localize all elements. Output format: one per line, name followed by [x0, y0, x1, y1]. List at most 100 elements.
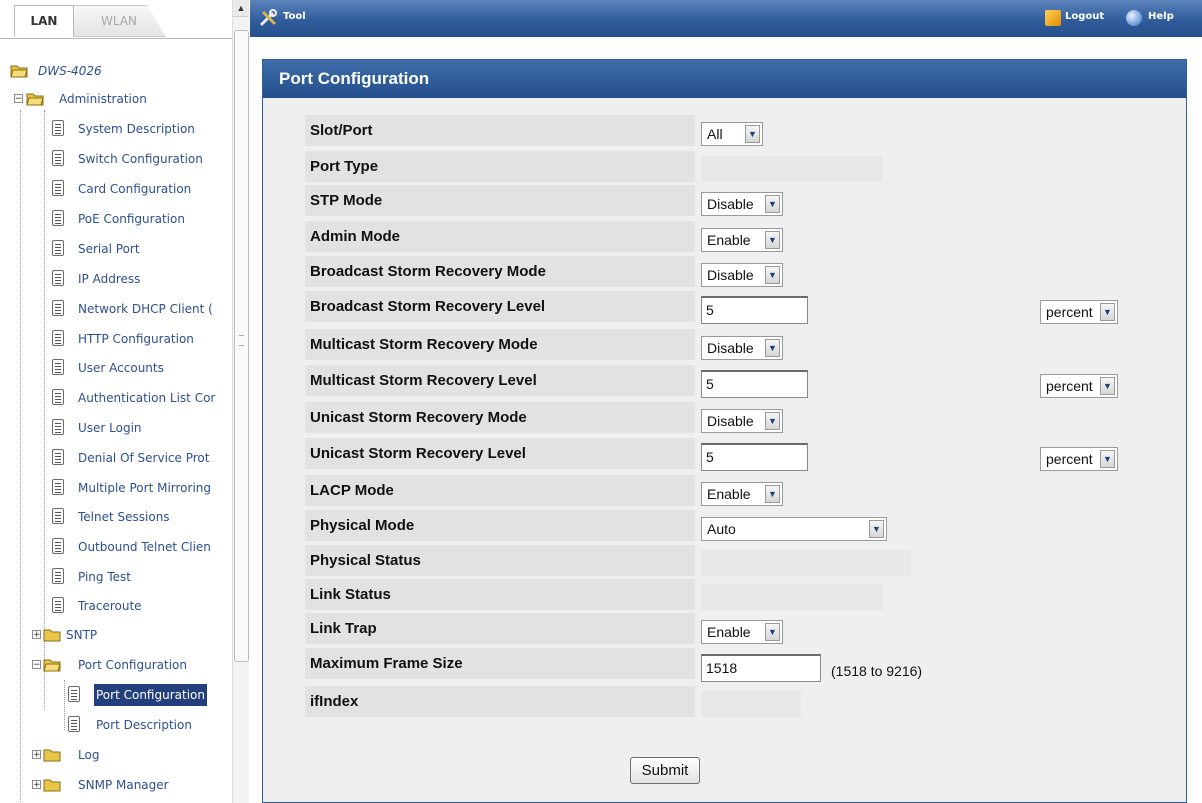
- navigation-tree: DWS-4026 − Administration System Descrip…: [0, 50, 232, 803]
- slot-port-select[interactable]: All ▼: [701, 122, 763, 146]
- top-toolbar: Tool Logout Help: [250, 0, 1202, 37]
- broadcast-storm-level-input[interactable]: 5: [701, 296, 808, 324]
- dropdown-arrow-icon: ▼: [745, 125, 760, 143]
- multicast-storm-unit-value: percent: [1046, 378, 1093, 394]
- tree-item-label: Traceroute: [78, 599, 142, 613]
- tree-item-label: System Description: [78, 122, 195, 136]
- tree-item-label: PoE Configuration: [78, 212, 185, 226]
- tool-menu[interactable]: Tool: [283, 11, 306, 22]
- logout-link[interactable]: Logout: [1065, 11, 1104, 22]
- link-trap-select[interactable]: Enable ▼: [701, 620, 783, 644]
- unicast-storm-unit-select[interactable]: percent ▼: [1040, 447, 1118, 471]
- max-frame-size-input[interactable]: 1518: [701, 654, 821, 682]
- unicast-storm-mode-select[interactable]: Disable ▼: [701, 409, 783, 433]
- help-icon[interactable]: [1126, 10, 1142, 26]
- ifindex-label: ifIndex: [305, 686, 695, 717]
- lacp-mode-select[interactable]: Enable ▼: [701, 482, 783, 506]
- expand-icon[interactable]: +: [32, 780, 41, 790]
- panel-header: Port Configuration: [263, 60, 1186, 98]
- tree-line: [64, 680, 65, 730]
- document-icon: [52, 150, 64, 166]
- dropdown-arrow-icon: ▼: [765, 623, 780, 641]
- tab-wlan[interactable]: WLAN: [72, 5, 166, 37]
- physical-status-label: Physical Status: [305, 545, 695, 576]
- scrollbar-grip: [239, 335, 244, 346]
- tree-item-label: Denial Of Service Prot: [78, 451, 210, 465]
- scrollbar-thumb[interactable]: [234, 30, 249, 662]
- unicast-storm-level-input[interactable]: 5: [701, 443, 808, 471]
- content-area: Port Configuration Slot/Port All ▼ Port …: [250, 37, 1202, 803]
- multicast-storm-mode-value: Disable: [707, 340, 754, 356]
- max-frame-size-range: (1518 to 9216): [831, 663, 923, 679]
- physical-mode-value: Auto: [707, 521, 736, 537]
- tree-item-label: Outbound Telnet Clien: [78, 540, 211, 554]
- unicast-storm-level-label: Unicast Storm Recovery Level: [305, 438, 695, 469]
- navigation-pane: LAN WLAN DWS-4026 − Administration Syste…: [0, 0, 250, 803]
- tree-item-label: Card Configuration: [78, 182, 192, 196]
- document-icon: [52, 210, 64, 226]
- nav-scrollbar[interactable]: ▲: [232, 0, 249, 803]
- scroll-up-arrow-icon[interactable]: ▲: [233, 0, 249, 17]
- document-icon: [52, 479, 64, 495]
- port-type-label: Port Type: [305, 151, 695, 182]
- link-status-value: [701, 584, 883, 610]
- port-type-value: [701, 156, 883, 182]
- dropdown-arrow-icon: ▼: [765, 195, 780, 213]
- tree-item-label: Telnet Sessions: [78, 510, 170, 524]
- document-icon: [52, 120, 64, 136]
- document-icon: [68, 716, 80, 732]
- tree-label-log: Log: [78, 748, 100, 762]
- broadcast-storm-unit-select[interactable]: percent ▼: [1040, 300, 1118, 324]
- unicast-storm-unit-value: percent: [1046, 451, 1093, 467]
- tree-label-administration: Administration: [59, 92, 147, 106]
- unicast-storm-mode-value: Disable: [707, 413, 754, 429]
- document-icon: [52, 568, 64, 584]
- lacp-mode-value: Enable: [707, 486, 751, 502]
- tree-item-label: HTTP Configuration: [78, 332, 194, 346]
- expand-icon[interactable]: +: [32, 750, 41, 760]
- folder-open-icon: [43, 659, 61, 672]
- multicast-storm-level-input[interactable]: 5: [701, 370, 808, 398]
- document-icon: [52, 240, 64, 256]
- logout-icon[interactable]: [1045, 10, 1061, 26]
- stp-mode-select[interactable]: Disable ▼: [701, 192, 783, 216]
- tool-icon[interactable]: [258, 8, 278, 28]
- folder-icon: [43, 749, 61, 762]
- unicast-storm-mode-label: Unicast Storm Recovery Mode: [305, 402, 695, 433]
- slot-port-label: Slot/Port: [305, 115, 695, 146]
- expand-icon[interactable]: +: [32, 630, 41, 640]
- folder-open-icon: [10, 65, 28, 78]
- dropdown-arrow-icon: ▼: [765, 485, 780, 503]
- multicast-storm-mode-select[interactable]: Disable ▼: [701, 336, 783, 360]
- tree-label-port-configuration: Port Configuration: [78, 658, 187, 672]
- admin-mode-select[interactable]: Enable ▼: [701, 228, 783, 252]
- port-configuration-panel: Port Configuration Slot/Port All ▼ Port …: [262, 59, 1187, 803]
- document-icon: [52, 389, 64, 405]
- dropdown-arrow-icon: ▼: [1100, 303, 1115, 321]
- tab-lan[interactable]: LAN: [14, 5, 74, 37]
- submit-button[interactable]: Submit: [630, 757, 700, 784]
- help-link[interactable]: Help: [1148, 11, 1174, 22]
- collapse-icon[interactable]: −: [14, 94, 23, 104]
- multicast-storm-unit-select[interactable]: percent ▼: [1040, 374, 1118, 398]
- ifindex-value: [701, 691, 801, 717]
- tree-item-label: Network DHCP Client (: [78, 302, 213, 316]
- document-icon: [52, 359, 64, 375]
- physical-mode-label: Physical Mode: [305, 510, 695, 541]
- nav-tabs: LAN WLAN: [0, 0, 232, 39]
- tree-root-label: DWS-4026: [38, 64, 102, 78]
- tree-item-label: User Login: [78, 421, 142, 435]
- broadcast-storm-unit-value: percent: [1046, 304, 1093, 320]
- broadcast-storm-mode-label: Broadcast Storm Recovery Mode: [305, 256, 695, 287]
- physical-status-value: [701, 550, 911, 576]
- physical-mode-select[interactable]: Auto ▼: [701, 517, 887, 541]
- dropdown-arrow-icon: ▼: [869, 520, 884, 538]
- document-icon: [52, 508, 64, 524]
- collapse-icon[interactable]: −: [32, 660, 41, 670]
- broadcast-storm-mode-select[interactable]: Disable ▼: [701, 263, 783, 287]
- tree-item-label: Serial Port: [78, 242, 140, 256]
- document-icon: [68, 686, 80, 702]
- page-title: Port Configuration: [279, 69, 430, 88]
- folder-open-icon: [26, 93, 44, 106]
- tree-item-label: Switch Configuration: [78, 152, 203, 166]
